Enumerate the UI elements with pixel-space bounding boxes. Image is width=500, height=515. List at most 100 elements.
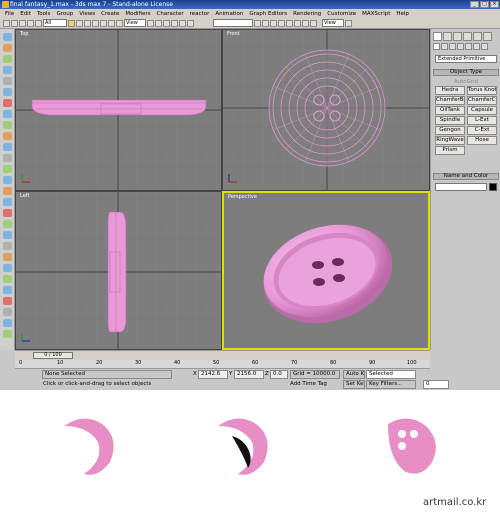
create-tab-icon[interactable] — [433, 32, 442, 41]
tool-icon[interactable] — [3, 187, 12, 195]
tool-icon[interactable] — [3, 110, 12, 118]
systems-icon[interactable] — [481, 43, 488, 50]
utilities-tab-icon[interactable] — [483, 32, 492, 41]
region-select-icon[interactable] — [84, 19, 91, 27]
tool-icon[interactable] — [3, 121, 12, 129]
auto-key-button[interactable]: Auto Key — [343, 370, 365, 379]
tool-icon[interactable] — [3, 176, 12, 184]
move-icon[interactable] — [100, 19, 107, 27]
tool-icon[interactable] — [3, 231, 12, 239]
menu-group[interactable]: Group — [53, 11, 76, 17]
menu-customize[interactable]: Customize — [324, 11, 359, 17]
object-color-swatch[interactable] — [489, 183, 497, 191]
link-icon[interactable] — [19, 19, 26, 27]
viewport-top[interactable]: Top — [15, 29, 222, 191]
align-icon[interactable] — [262, 19, 269, 27]
viewport-perspective[interactable]: Perspective — [222, 191, 430, 350]
viewport-label-perspective[interactable]: Perspective — [228, 194, 257, 200]
spinner-snap-icon[interactable] — [187, 19, 194, 27]
tool-icon[interactable] — [3, 253, 12, 261]
autogrid-checkbox[interactable]: AutoGrid — [435, 79, 497, 85]
tool-icon[interactable] — [3, 77, 12, 85]
oiltank-button[interactable]: OilTank — [435, 106, 465, 115]
tool-icon[interactable] — [3, 88, 12, 96]
rotate-icon[interactable] — [108, 19, 115, 27]
mirror-icon[interactable] — [254, 19, 261, 27]
ringwave-button[interactable]: RingWave — [435, 136, 465, 145]
tool-icon[interactable] — [3, 297, 12, 305]
menu-help[interactable]: Help — [393, 11, 412, 17]
curve-editor-icon[interactable] — [278, 19, 285, 27]
current-frame-field[interactable]: 0 — [423, 380, 449, 389]
name-and-color-rollout[interactable]: Name and Color — [433, 173, 499, 180]
quick-render-icon[interactable] — [310, 19, 317, 27]
tool-icon[interactable] — [3, 319, 12, 327]
primitive-category-select[interactable]: Extended Primitive — [435, 55, 497, 63]
tool-icon[interactable] — [3, 154, 12, 162]
object-name-field[interactable] — [435, 183, 487, 191]
menu-animation[interactable]: Animation — [212, 11, 246, 17]
reference-coord-select[interactable]: View — [124, 19, 146, 27]
render-last-icon[interactable] — [345, 19, 352, 27]
lights-icon[interactable] — [449, 43, 456, 50]
capsule-button[interactable]: Capsule — [467, 106, 497, 115]
c-ext-button[interactable]: C-Ext — [467, 126, 497, 135]
spindle-button[interactable]: Spindle — [435, 116, 465, 125]
tool-icon[interactable] — [3, 242, 12, 250]
render-type-select[interactable]: View — [322, 19, 344, 27]
set-key-button[interactable]: Set Key — [343, 380, 365, 389]
tool-icon[interactable] — [3, 55, 12, 63]
tool-icon[interactable] — [3, 330, 12, 338]
menu-reactor[interactable]: reactor — [187, 11, 213, 17]
tool-icon[interactable] — [3, 308, 12, 316]
pivot-icon[interactable] — [147, 19, 154, 27]
key-mode-select[interactable]: Selected — [366, 370, 416, 379]
y-coordinate-field[interactable]: 2156.0 — [234, 370, 264, 379]
tool-icon[interactable] — [3, 275, 12, 283]
tool-icon[interactable] — [3, 33, 12, 41]
tool-icon[interactable] — [3, 143, 12, 151]
tool-icon[interactable] — [3, 44, 12, 52]
tool-icon[interactable] — [3, 198, 12, 206]
space-warps-icon[interactable] — [473, 43, 480, 50]
menu-views[interactable]: Views — [76, 11, 98, 17]
viewport-front[interactable]: Front — [222, 29, 430, 191]
tool-icon[interactable] — [3, 264, 12, 272]
scale-icon[interactable] — [116, 19, 123, 27]
menu-maxscript[interactable]: MAXScript — [359, 11, 393, 17]
menu-edit[interactable]: Edit — [17, 11, 34, 17]
geometry-icon[interactable] — [433, 43, 440, 50]
prism-button[interactable]: Prism — [435, 146, 465, 155]
manipulate-icon[interactable] — [155, 19, 162, 27]
hierarchy-tab-icon[interactable] — [453, 32, 462, 41]
percent-snap-icon[interactable] — [179, 19, 186, 27]
torus-knot-button[interactable]: Torus Knot — [467, 86, 497, 95]
tool-icon[interactable] — [3, 286, 12, 294]
modify-tab-icon[interactable] — [443, 32, 452, 41]
material-editor-icon[interactable] — [294, 19, 301, 27]
shapes-icon[interactable] — [441, 43, 448, 50]
chamfercyl-button[interactable]: ChamferCyl — [467, 96, 497, 105]
object-type-rollout[interactable]: Object Type — [433, 69, 499, 76]
named-selection-select[interactable] — [213, 19, 253, 27]
redo-icon[interactable] — [11, 19, 18, 27]
menu-tools[interactable]: Tools — [34, 11, 54, 17]
hose-button[interactable]: Hose — [467, 136, 497, 145]
l-ext-button[interactable]: L-Ext — [467, 116, 497, 125]
tool-icon[interactable] — [3, 99, 12, 107]
select-object-icon[interactable] — [68, 19, 75, 27]
undo-icon[interactable] — [3, 19, 10, 27]
layer-manager-icon[interactable] — [270, 19, 277, 27]
menu-rendering[interactable]: Rendering — [290, 11, 324, 17]
maximize-button[interactable]: □ — [480, 1, 489, 8]
z-coordinate-field[interactable]: 0.0 — [270, 370, 288, 379]
viewport-left[interactable]: Left — [15, 191, 222, 350]
tool-icon[interactable] — [3, 132, 12, 140]
schematic-view-icon[interactable] — [286, 19, 293, 27]
angle-snap-icon[interactable] — [171, 19, 178, 27]
render-scene-icon[interactable] — [302, 19, 309, 27]
hedra-button[interactable]: Hedra — [435, 86, 465, 95]
tool-icon[interactable] — [3, 66, 12, 74]
menu-file[interactable]: File — [2, 11, 17, 17]
minimize-button[interactable]: _ — [470, 1, 479, 8]
